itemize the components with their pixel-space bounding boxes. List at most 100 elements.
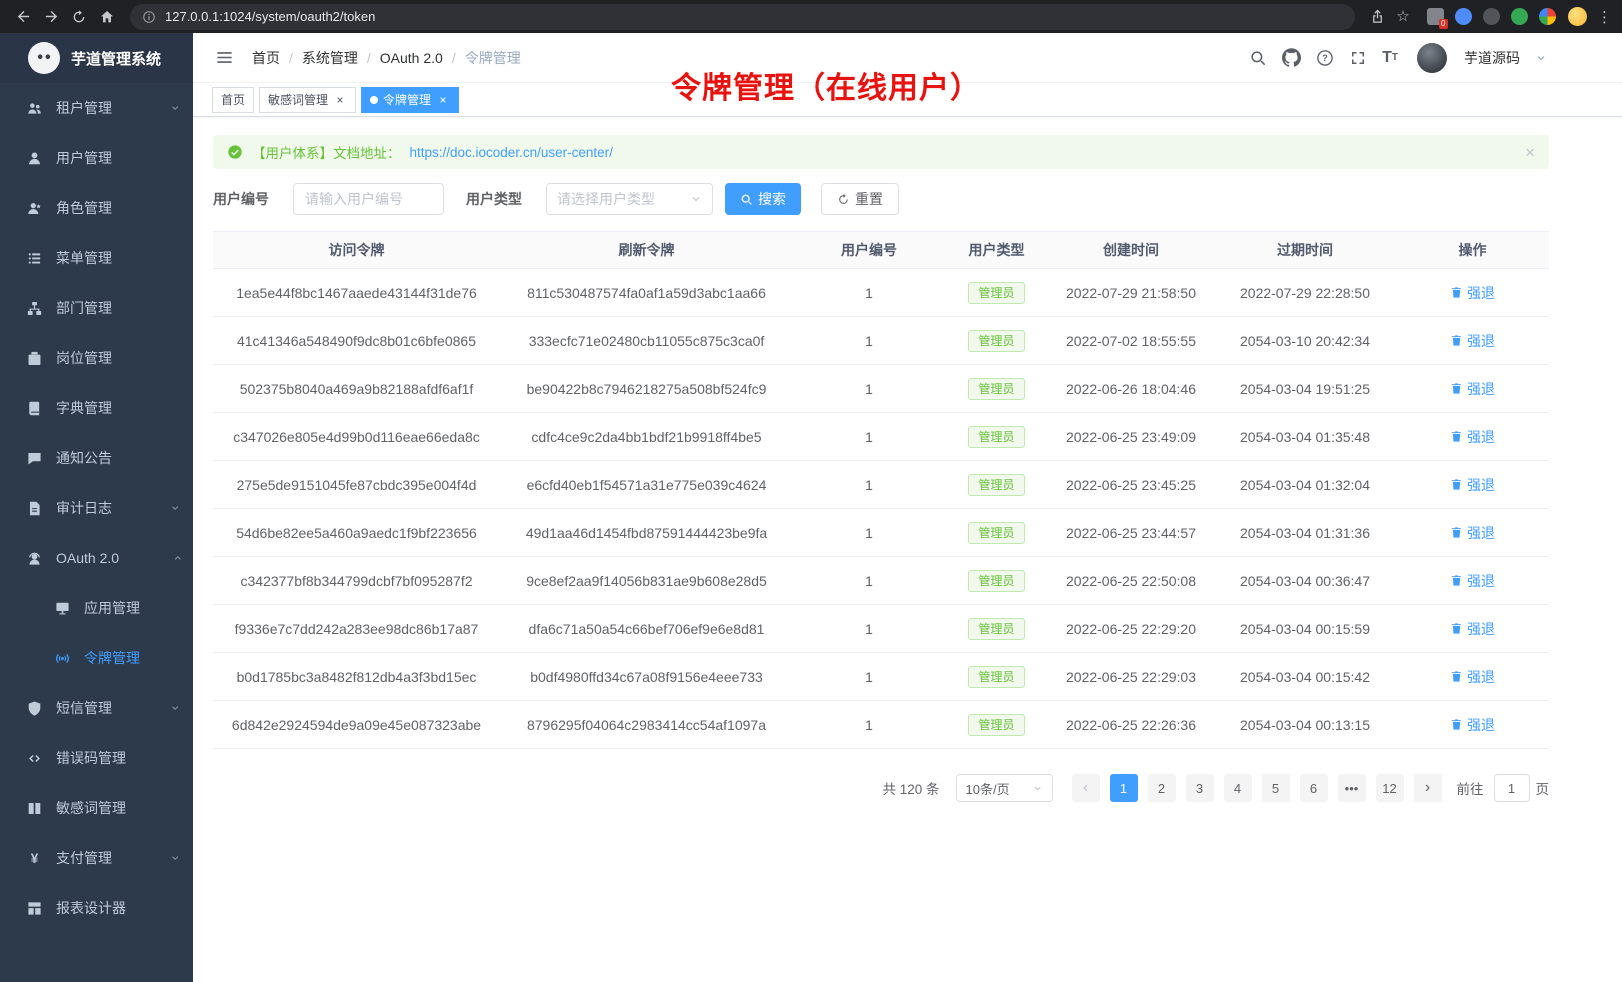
page-size-select[interactable]: 10条/页 bbox=[956, 774, 1053, 802]
url-bar[interactable]: 127.0.0.1:1024/system/oauth2/token bbox=[130, 4, 1355, 30]
github-icon[interactable] bbox=[1282, 48, 1301, 67]
home-button[interactable] bbox=[94, 4, 120, 30]
sidebar-item[interactable]: 通知公告 › bbox=[0, 433, 193, 483]
sidebar-item[interactable]: 用户管理 › bbox=[0, 133, 193, 183]
sidebar-item[interactable]: OAuth 2.0 › bbox=[0, 533, 193, 583]
goto-page-input[interactable] bbox=[1494, 774, 1530, 802]
force-logout-button[interactable]: 强退 bbox=[1450, 475, 1495, 495]
force-logout-button[interactable]: 强退 bbox=[1450, 331, 1495, 351]
tab-close-icon[interactable]: × bbox=[333, 93, 347, 107]
refresh-token-cell: 333ecfc71e02480cb11055c875c3ca0f bbox=[500, 317, 793, 365]
question-icon[interactable]: ? bbox=[1316, 49, 1334, 67]
browser-menu-icon[interactable]: ⋮ bbox=[1597, 8, 1612, 26]
force-logout-label: 强退 bbox=[1467, 427, 1495, 447]
sidebar-item[interactable]: 审计日志 › bbox=[0, 483, 193, 533]
search-icon[interactable] bbox=[1249, 49, 1267, 67]
page-content: 【用户体系】文档地址： https://doc.iocoder.cn/user-… bbox=[193, 117, 1622, 982]
page-button[interactable]: 1 bbox=[1110, 774, 1138, 802]
forward-button[interactable] bbox=[38, 4, 64, 30]
sidebar-item[interactable]: 菜单管理 › bbox=[0, 233, 193, 283]
sidebar: 芋道管理系统 租户管理 › 用户管理 › 角色管理 bbox=[0, 33, 193, 982]
breadcrumb-item[interactable]: 首页 bbox=[252, 48, 280, 68]
reload-button[interactable] bbox=[66, 4, 92, 30]
page-tab[interactable]: 敏感词管理 × bbox=[259, 87, 356, 113]
search-button[interactable]: 搜索 bbox=[725, 183, 801, 215]
sidebar-item[interactable]: 令牌管理 › bbox=[0, 633, 193, 683]
user-type-select[interactable]: 请选择用户类型 bbox=[546, 183, 713, 215]
page-button[interactable]: 12 bbox=[1376, 774, 1404, 802]
font-size-icon[interactable]: TT bbox=[1382, 49, 1398, 67]
chevron-down-icon bbox=[1032, 783, 1043, 794]
logo-image bbox=[28, 42, 60, 74]
action-cell: 强退 bbox=[1396, 365, 1549, 413]
sidebar-item[interactable]: 部门管理 › bbox=[0, 283, 193, 333]
page-tab[interactable]: 令牌管理 × bbox=[361, 87, 459, 113]
sidebar-item[interactable]: 岗位管理 › bbox=[0, 333, 193, 383]
refresh-token-cell: 811c530487574fa0af1a59d3abc1aa66 bbox=[500, 269, 793, 317]
created-time-cell: 2022-06-25 22:26:36 bbox=[1048, 701, 1214, 749]
sidebar-item[interactable]: 敏感词管理 › bbox=[0, 783, 193, 833]
tab-close-icon[interactable]: × bbox=[436, 93, 450, 107]
sidebar-item[interactable]: 错误码管理 › bbox=[0, 733, 193, 783]
extension-icon[interactable] bbox=[1539, 8, 1556, 25]
force-logout-button[interactable]: 强退 bbox=[1450, 619, 1495, 639]
sidebar-item[interactable]: 租户管理 › bbox=[0, 83, 193, 133]
extension-icon[interactable] bbox=[1483, 8, 1500, 25]
user-name[interactable]: 芋道源码 bbox=[1464, 48, 1520, 68]
user-avatar[interactable] bbox=[1417, 43, 1447, 73]
created-time-cell: 2022-06-26 18:04:46 bbox=[1048, 365, 1214, 413]
force-logout-button[interactable]: 强退 bbox=[1450, 427, 1495, 447]
refresh-token-cell: b0df4980ffd34c67a08f9156e4eee733 bbox=[500, 653, 793, 701]
fullscreen-icon[interactable] bbox=[1349, 49, 1367, 67]
force-logout-button[interactable]: 强退 bbox=[1450, 379, 1495, 399]
page-button[interactable]: ••• bbox=[1338, 774, 1366, 802]
sidebar-item-label: 岗位管理 bbox=[56, 348, 112, 368]
extension-icon[interactable] bbox=[1455, 8, 1472, 25]
sidebar-item-icon bbox=[26, 550, 43, 567]
expire-time-cell: 2054-03-04 00:13:15 bbox=[1214, 701, 1396, 749]
reset-button[interactable]: 重置 bbox=[821, 183, 899, 215]
hamburger-icon[interactable] bbox=[215, 48, 234, 67]
sidebar-item-label: 审计日志 bbox=[56, 498, 112, 518]
doc-link[interactable]: https://doc.iocoder.cn/user-center/ bbox=[410, 145, 613, 160]
force-logout-button[interactable]: 强退 bbox=[1450, 571, 1495, 591]
sidebar-item[interactable]: 短信管理 › bbox=[0, 683, 193, 733]
page-tab[interactable]: 首页 × bbox=[212, 87, 254, 113]
breadcrumb-item[interactable]: 系统管理 bbox=[302, 48, 358, 68]
table-row: 54d6be82ee5a460a9aedc1f9bf223656 49d1aa4… bbox=[213, 509, 1549, 557]
browser-profile-avatar[interactable] bbox=[1568, 7, 1587, 26]
user-id-input[interactable] bbox=[293, 183, 444, 215]
user-type-tag: 管理员 bbox=[968, 426, 1024, 448]
force-logout-button[interactable]: 强退 bbox=[1450, 283, 1495, 303]
back-button[interactable] bbox=[10, 4, 36, 30]
sidebar-item[interactable]: 角色管理 › bbox=[0, 183, 193, 233]
close-icon[interactable]: × bbox=[1525, 144, 1535, 161]
extension-icon[interactable] bbox=[1511, 8, 1528, 25]
breadcrumb-item[interactable]: OAuth 2.0 bbox=[380, 50, 443, 66]
force-logout-button[interactable]: 强退 bbox=[1450, 667, 1495, 687]
share-icon[interactable] bbox=[1365, 5, 1389, 29]
user-type-cell: 管理员 bbox=[945, 701, 1048, 749]
page-button[interactable]: 4 bbox=[1224, 774, 1252, 802]
page-button[interactable]: 2 bbox=[1148, 774, 1176, 802]
sidebar-item[interactable]: 应用管理 › bbox=[0, 583, 193, 633]
page-button[interactable]: 5 bbox=[1262, 774, 1290, 802]
page-button[interactable]: 3 bbox=[1186, 774, 1214, 802]
sidebar-item[interactable]: ¥ 支付管理 › bbox=[0, 833, 193, 883]
force-logout-button[interactable]: 强退 bbox=[1450, 715, 1495, 735]
next-page-button[interactable]: › bbox=[1414, 774, 1442, 802]
site-info-icon[interactable] bbox=[142, 10, 156, 24]
chevron-down-icon[interactable] bbox=[1535, 52, 1547, 64]
user-type-cell: 管理员 bbox=[945, 557, 1048, 605]
force-logout-button[interactable]: 强退 bbox=[1450, 523, 1495, 543]
action-cell: 强退 bbox=[1396, 557, 1549, 605]
page-button[interactable]: 6 bbox=[1300, 774, 1328, 802]
user-type-cell: 管理员 bbox=[945, 269, 1048, 317]
extension-icon[interactable]: 0 bbox=[1427, 8, 1444, 25]
bookmark-star-icon[interactable]: ☆ bbox=[1391, 5, 1415, 29]
breadcrumb-item[interactable]: 令牌管理 bbox=[465, 48, 521, 68]
user-id-cell: 1 bbox=[793, 605, 945, 653]
sidebar-item[interactable]: 字典管理 › bbox=[0, 383, 193, 433]
sidebar-item[interactable]: 报表设计器 › bbox=[0, 883, 193, 933]
prev-page-button[interactable]: ‹ bbox=[1072, 774, 1100, 802]
